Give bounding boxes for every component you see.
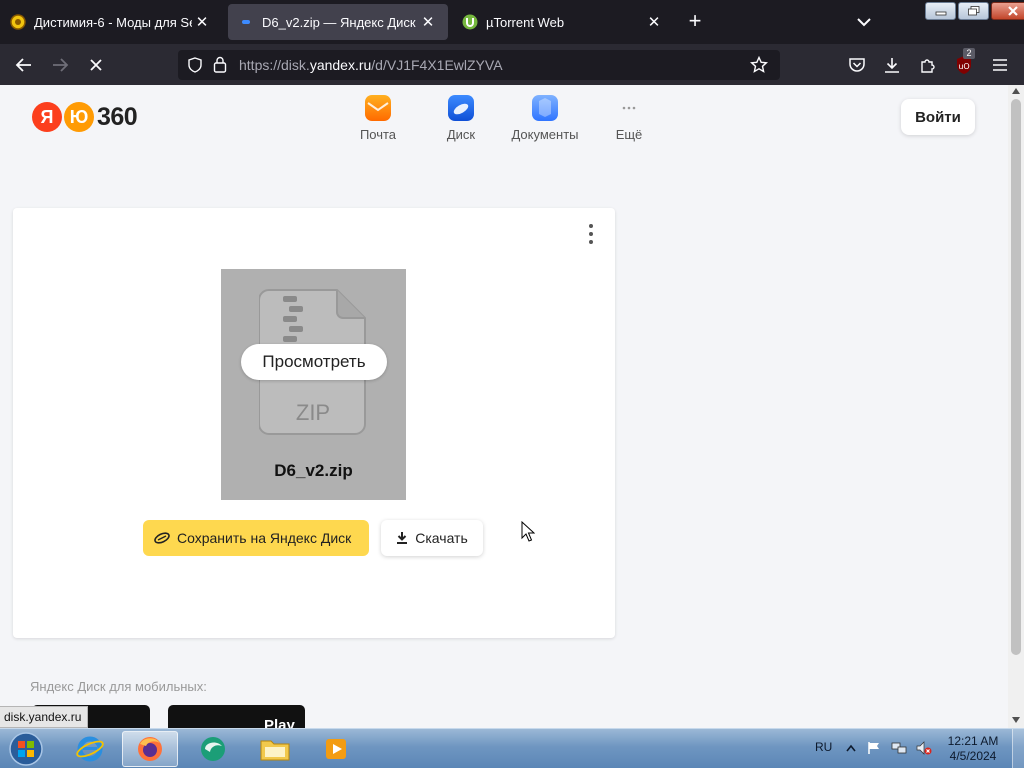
logo-number: 360 <box>97 102 138 131</box>
lock-icon[interactable] <box>213 56 227 78</box>
service-more[interactable]: Ещё <box>589 95 669 142</box>
firefox-icon <box>138 737 162 761</box>
logo-ya-icon: Я <box>32 102 62 132</box>
taskbar-internet-explorer[interactable] <box>62 731 118 767</box>
window-controls <box>925 2 1024 20</box>
file-preview[interactable]: ZIP Просмотреть D6_v2.zip <box>221 269 406 500</box>
utorrent-favicon-icon <box>462 14 478 30</box>
page-content: Я Ю 360 Почта Диск Документы Ещё Войти Z… <box>0 85 1008 728</box>
bookmark-star-icon[interactable] <box>749 55 769 79</box>
tab-title: µTorrent Web <box>486 14 565 30</box>
internet-explorer-icon <box>76 736 104 762</box>
yandex-360-logo[interactable]: Я Ю 360 <box>32 102 138 132</box>
download-button-label: Скачать <box>415 530 468 546</box>
show-desktop-button[interactable] <box>1012 729 1024 768</box>
network-icon[interactable] <box>891 740 907 756</box>
yandex-disk-favicon-icon <box>238 14 254 30</box>
tab-yandex-disk[interactable]: D6_v2.zip — Яндекс Диск ✕ <box>228 4 448 40</box>
minimize-button[interactable] <box>925 2 956 20</box>
close-window-button[interactable] <box>991 2 1024 20</box>
windows-logo-icon <box>9 732 43 766</box>
mobile-apps-text: Яндекс Диск для мобильных: <box>30 679 207 694</box>
google-play-badge[interactable]: Play <box>168 705 305 728</box>
service-label: Почта <box>359 127 397 142</box>
more-icon <box>616 95 642 121</box>
back-arrow-icon[interactable] <box>11 52 37 78</box>
preview-button[interactable]: Просмотреть <box>241 344 387 380</box>
list-all-tabs-chevron-icon[interactable] <box>852 10 876 34</box>
start-button[interactable] <box>6 731 46 767</box>
language-indicator[interactable]: RU <box>815 740 832 754</box>
documents-icon <box>532 95 558 121</box>
tracking-protection-shield-icon[interactable] <box>187 57 203 78</box>
service-mail[interactable]: Почта <box>338 95 418 142</box>
url-bar[interactable]: https://disk.yandex.ru/d/VJ1F4X1EwlZYVA <box>178 50 780 80</box>
action-center-flag-icon[interactable] <box>866 740 882 756</box>
pocket-icon[interactable] <box>844 52 870 78</box>
clock-time: 12:21 AM <box>947 734 999 748</box>
tab-distimia[interactable]: Дистимия-6 - Моды для Serious Sam ✕ <box>0 4 222 40</box>
tab-close-icon[interactable]: ✕ <box>418 12 438 32</box>
service-label: Документы <box>511 127 579 142</box>
disk-save-icon <box>153 531 171 545</box>
url-text: https://disk.yandex.ru/d/VJ1F4X1EwlZYVA <box>239 57 503 73</box>
disk-icon <box>448 95 474 121</box>
serious-sam-favicon-icon <box>10 14 26 30</box>
tab-title: D6_v2.zip — Яндекс Диск <box>262 14 416 30</box>
tab-close-icon[interactable]: ✕ <box>644 12 664 32</box>
more-options-kebab-icon[interactable] <box>586 224 596 244</box>
service-disk[interactable]: Диск <box>421 95 501 142</box>
mouse-cursor-icon <box>521 521 535 542</box>
restore-button[interactable] <box>958 2 989 20</box>
save-to-disk-button[interactable]: Сохранить на Яндекс Диск <box>143 520 369 556</box>
save-button-label: Сохранить на Яндекс Диск <box>177 530 352 546</box>
download-icon <box>396 531 408 545</box>
scroll-down-arrow-icon[interactable] <box>1012 717 1020 723</box>
windows-taskbar: RU 12:21 AM 4/5/2024 <box>0 728 1024 768</box>
page-scrollbar[interactable] <box>1008 85 1024 728</box>
media-player-icon <box>326 739 346 759</box>
taskbar-media-player[interactable] <box>308 731 364 767</box>
app-menu-hamburger-icon[interactable] <box>987 52 1013 78</box>
zip-label: ZIP <box>296 400 330 425</box>
taskbar-media-app[interactable] <box>185 731 241 767</box>
logo-yu-icon: Ю <box>64 102 94 132</box>
service-label: Диск <box>446 127 476 142</box>
login-button[interactable]: Войти <box>901 99 975 135</box>
scrollbar-thumb[interactable] <box>1011 99 1021 655</box>
tab-strip: Дистимия-6 - Моды для Serious Sam ✕ D6_v… <box>0 0 1024 44</box>
svg-text:uO: uO <box>958 62 969 71</box>
link-status-tooltip: disk.yandex.ru <box>0 706 89 728</box>
navigation-toolbar: https://disk.yandex.ru/d/VJ1F4X1EwlZYVA … <box>0 44 1024 85</box>
tab-title: Дистимия-6 - Моды для Serious Sam <box>34 14 192 30</box>
mail-icon <box>365 95 391 121</box>
system-clock[interactable]: 12:21 AM 4/5/2024 <box>940 734 1006 764</box>
download-button[interactable]: Скачать <box>381 520 483 556</box>
play-badge-text: Play <box>264 717 295 728</box>
show-hidden-icons-arrow-icon[interactable] <box>843 740 859 756</box>
file-name: D6_v2.zip <box>274 461 353 480</box>
file-card: ZIP Просмотреть D6_v2.zip Сохранить на Я… <box>13 208 615 638</box>
tab-utorrent[interactable]: µTorrent Web ✕ <box>452 4 674 40</box>
extensions-puzzle-icon[interactable] <box>915 52 941 78</box>
downloads-icon[interactable] <box>879 52 905 78</box>
service-documents[interactable]: Документы <box>505 95 585 142</box>
new-tab-button[interactable]: + <box>682 10 708 34</box>
stop-loading-icon[interactable] <box>83 52 109 78</box>
taskbar-firefox[interactable] <box>122 731 178 767</box>
volume-muted-icon[interactable] <box>916 740 932 756</box>
taskbar-file-explorer[interactable] <box>247 731 303 767</box>
media-app-icon <box>201 737 225 761</box>
tab-close-icon[interactable]: ✕ <box>192 12 212 32</box>
folder-icon <box>260 740 290 761</box>
service-label: Ещё <box>615 127 643 142</box>
extension-badge: 2 <box>963 48 975 59</box>
ublock-origin-icon[interactable]: uO 2 <box>951 48 977 78</box>
scroll-up-arrow-icon[interactable] <box>1012 88 1020 94</box>
clock-date: 4/5/2024 <box>949 749 997 763</box>
forward-arrow-icon[interactable] <box>47 52 73 78</box>
